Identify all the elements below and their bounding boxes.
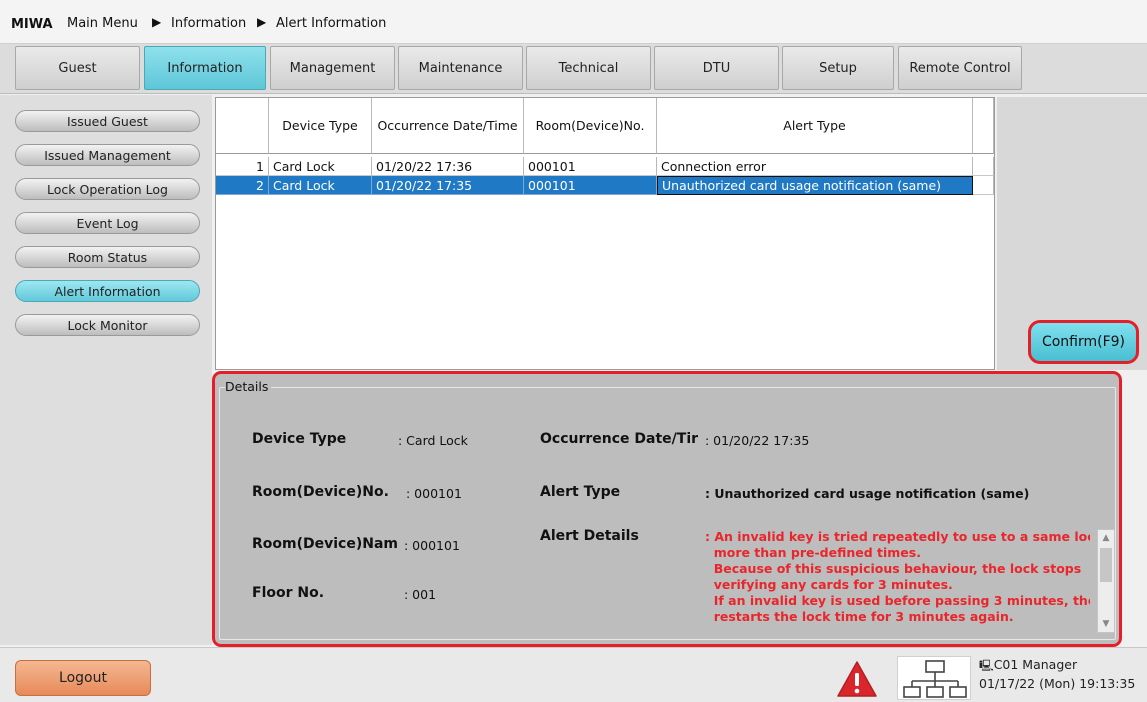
sidebar-item-lock-monitor[interactable]: Lock Monitor (15, 314, 200, 336)
computer-icon: 🖳 (979, 659, 994, 672)
floor-no-label: Floor No. (252, 585, 325, 601)
breadcrumb-item-alert-information: Alert Information (276, 16, 387, 31)
alert-details-text[interactable]: : An invalid key is tried repeatedly to … (705, 529, 1090, 634)
table-header-device-type[interactable]: Device Type (269, 98, 372, 154)
scroll-down-icon[interactable]: ▼ (1098, 616, 1114, 632)
alert-details-label: Alert Details (540, 528, 639, 544)
network-icon (903, 660, 967, 698)
tab-maintenance[interactable]: Maintenance (398, 46, 523, 90)
tab-dtu[interactable]: DTU (654, 46, 779, 90)
alert-details-scrollbar[interactable]: ▲ ▼ (1097, 529, 1115, 633)
tab-information[interactable]: Information (144, 46, 266, 90)
table-header-alert-type[interactable]: Alert Type (657, 98, 973, 154)
breadcrumb: MIWA Main Menu ▶ Information ▶ Alert Inf… (0, 0, 1147, 44)
details-panel: Details Device Type : Card Lock Occurren… (212, 371, 1122, 647)
warning-icon[interactable] (836, 660, 878, 698)
brand-logo: MIWA (11, 17, 53, 32)
occurrence-value: : 01/20/22 17:35 (705, 433, 810, 448)
occurrence-label: Occurrence Date/Tir (540, 431, 699, 447)
network-status[interactable] (897, 656, 971, 700)
table-cell-datetime[interactable]: 01/20/22 17:36 (372, 157, 524, 176)
room-no-label: Room(Device)No. (252, 484, 389, 500)
user-label: C01 Manager (993, 657, 1078, 672)
breadcrumb-arrow-icon: ▶ (257, 15, 267, 29)
table-cell-device-type[interactable]: Card Lock (269, 157, 372, 176)
table-row-number[interactable]: 2 (216, 176, 269, 195)
breadcrumb-arrow-icon: ▶ (152, 15, 162, 29)
table-cell-spacer (973, 157, 994, 176)
scroll-up-icon[interactable]: ▲ (1098, 530, 1114, 546)
table-header-rownum (216, 98, 269, 154)
sidebar: Issued Guest Issued Management Lock Oper… (0, 95, 212, 645)
alert-details-line: more than pre-defined times. (705, 545, 921, 560)
current-user: 🖳C01 Manager (979, 657, 1077, 676)
table-cell-room[interactable]: 000101 (524, 157, 657, 176)
tab-setup[interactable]: Setup (782, 46, 894, 90)
table-cell-datetime[interactable]: 01/20/22 17:35 (372, 176, 524, 195)
tab-management[interactable]: Management (270, 46, 395, 90)
logout-button[interactable]: Logout (15, 660, 151, 696)
alert-type-label: Alert Type (540, 484, 621, 500)
table-header-room[interactable]: Room(Device)No. (524, 98, 657, 154)
status-bar: Logout 🖳C01 Manager 01/17/22 (Mon) 19:13… (0, 647, 1147, 702)
sidebar-item-alert-information[interactable]: Alert Information (15, 280, 200, 302)
room-name-label: Room(Device)Nam (252, 536, 398, 552)
main-tab-bar: Guest Information Management Maintenance… (0, 44, 1147, 94)
table-cell-room[interactable]: 000101 (524, 176, 657, 195)
alert-details-line: restarts the lock time for 3 minutes aga… (705, 609, 1014, 624)
details-legend: Details (225, 379, 272, 394)
table-cell-alert-type[interactable]: Unauthorized card usage notification (sa… (657, 176, 973, 195)
table-cell-spacer (973, 176, 994, 195)
table-row-number[interactable]: 1 (216, 157, 269, 176)
sidebar-item-event-log[interactable]: Event Log (15, 212, 200, 234)
device-type-value: : Card Lock (398, 433, 468, 448)
room-name-value: : 000101 (404, 538, 460, 553)
tab-technical[interactable]: Technical (526, 46, 651, 90)
sidebar-item-room-status[interactable]: Room Status (15, 246, 200, 268)
table-cell-alert-type[interactable]: Connection error (657, 157, 973, 176)
sidebar-item-issued-management[interactable]: Issued Management (15, 144, 200, 166)
table-header-spacer (973, 98, 994, 154)
scroll-thumb[interactable] (1100, 548, 1112, 582)
tab-guest[interactable]: Guest (15, 46, 140, 90)
table-cell-device-type[interactable]: Card Lock (269, 176, 372, 195)
alert-details-line: : An invalid key is tried repeatedly to … (705, 529, 1090, 544)
alert-table: Device Type Occurrence Date/Time Room(De… (215, 97, 995, 370)
device-type-label: Device Type (252, 431, 347, 447)
alert-details-line: verifying any cards for 3 minutes. (705, 577, 953, 592)
breadcrumb-item-main-menu[interactable]: Main Menu (67, 16, 138, 31)
breadcrumb-item-information[interactable]: Information (171, 16, 246, 31)
clock: 01/17/22 (Mon) 19:13:35 (979, 676, 1136, 691)
alert-details-line: Because of this suspicious behaviour, th… (705, 561, 1082, 576)
sidebar-item-lock-operation-log[interactable]: Lock Operation Log (15, 178, 200, 200)
alert-type-value: : Unauthorized card usage notification (… (705, 486, 1030, 501)
confirm-button[interactable]: Confirm(F9) (1028, 320, 1139, 364)
sidebar-item-issued-guest[interactable]: Issued Guest (15, 110, 200, 132)
alert-details-line: If an invalid key is used before passing… (705, 593, 1090, 608)
floor-no-value: : 001 (404, 587, 437, 602)
tab-remote-control[interactable]: Remote Control (898, 46, 1022, 90)
table-header-occurrence[interactable]: Occurrence Date/Time (372, 98, 524, 154)
room-no-value: : 000101 (406, 486, 462, 501)
